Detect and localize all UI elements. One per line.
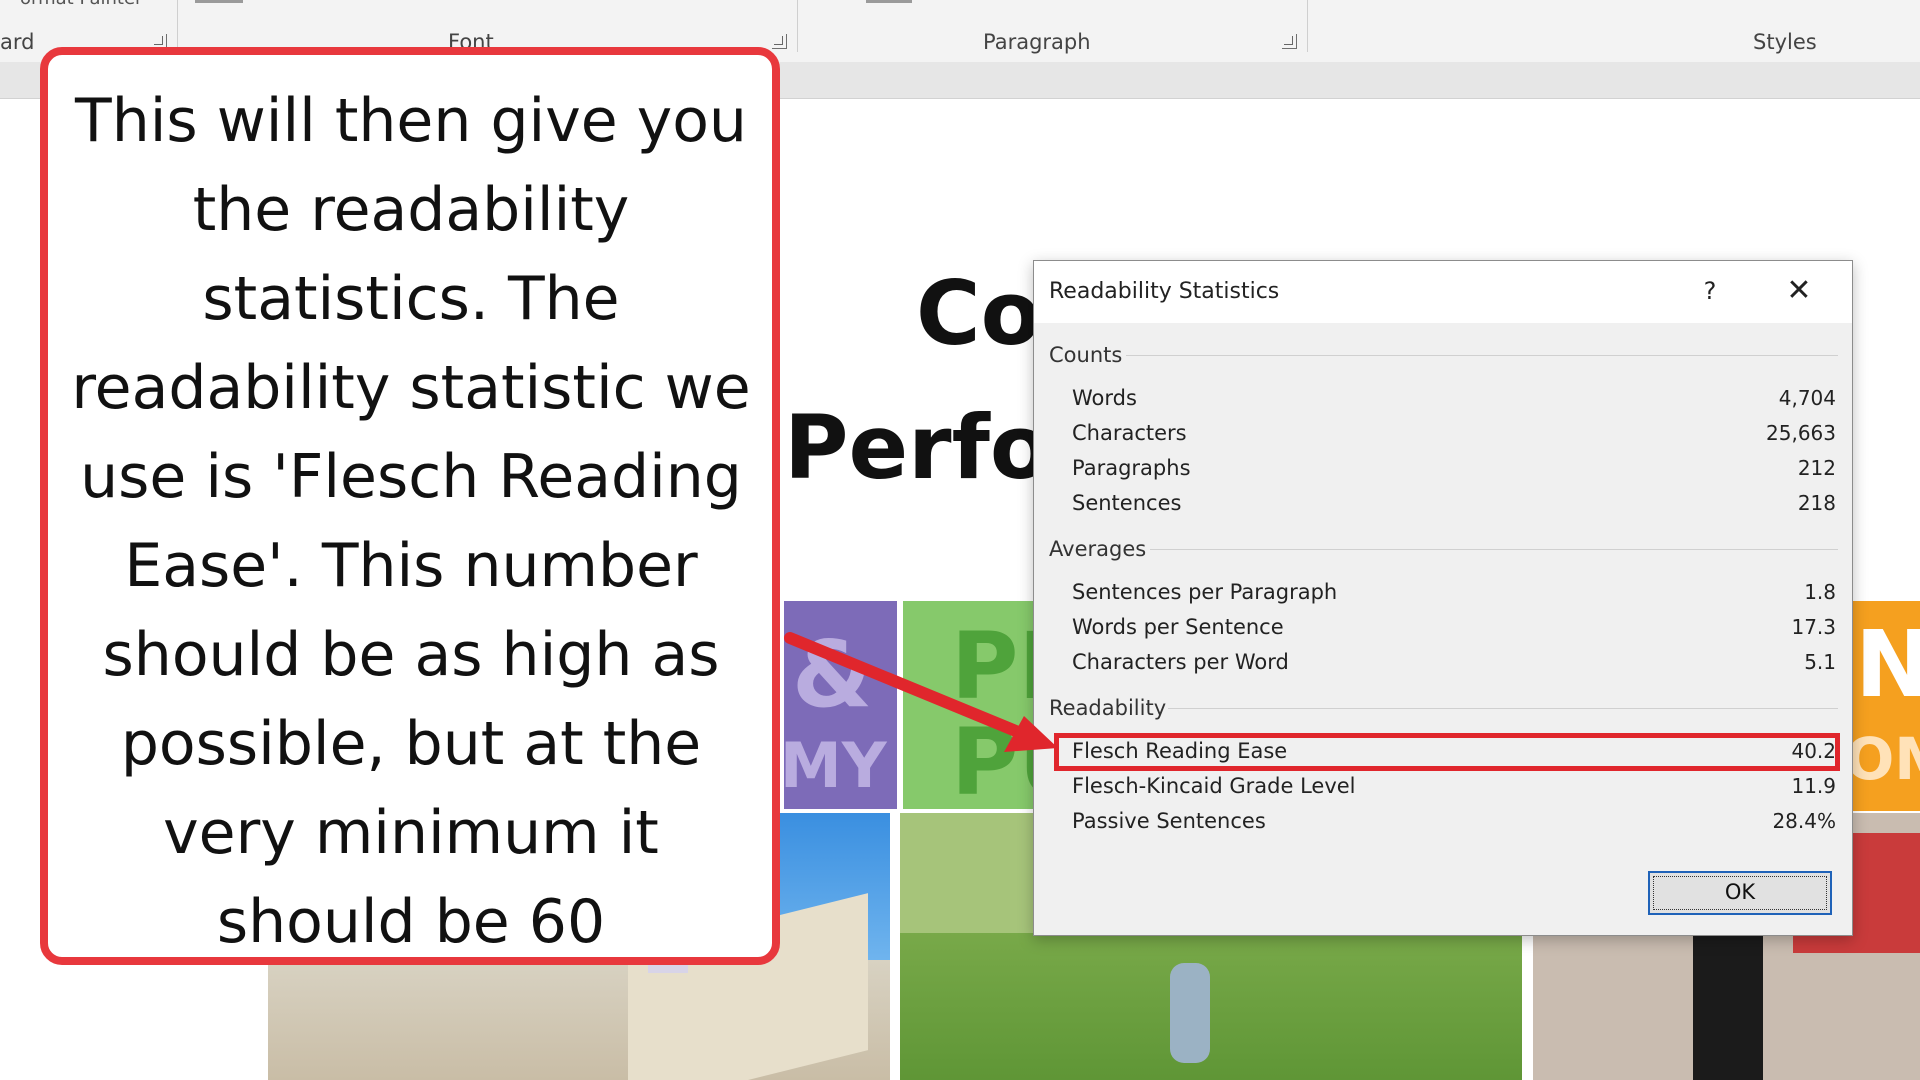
stat-label: Passive Sentences (1072, 809, 1266, 833)
stat-label: Sentences (1072, 491, 1182, 515)
stat-value-flesch-reading-ease: 40.2 (1791, 739, 1836, 763)
readability-statistics-dialog: Readability Statistics ? ✕ Counts Words … (1033, 260, 1853, 936)
stat-label: Characters per Word (1072, 650, 1289, 674)
stat-label: Words per Sentence (1072, 615, 1284, 639)
font-launcher-icon[interactable] (772, 34, 787, 49)
group-label-styles: Styles (1753, 30, 1817, 54)
group-separator (797, 0, 798, 52)
stat-label: Sentences per Paragraph (1072, 580, 1338, 604)
orange-tile-image: N OMI (1851, 601, 1920, 811)
section-label-readability: Readability (1049, 696, 1167, 720)
stat-value: 5.1 (1804, 650, 1836, 674)
dialog-titlebar: Readability Statistics ? ✕ (1034, 261, 1852, 323)
section-label-averages: Averages (1049, 537, 1147, 561)
close-icon[interactable]: ✕ (1782, 273, 1816, 308)
document-title-line1: Co (916, 262, 1042, 365)
stat-label: Flesch-Kincaid Grade Level (1072, 774, 1356, 798)
format-painter-label[interactable]: ormat Painter (20, 0, 142, 9)
stat-value: 1.8 (1804, 580, 1836, 604)
stat-value: 4,704 (1778, 386, 1836, 410)
stat-value: 212 (1797, 456, 1836, 480)
ok-button[interactable]: OK (1648, 871, 1832, 915)
section-divider (1126, 355, 1838, 356)
section-divider (1168, 708, 1838, 709)
stat-label-flesch-reading-ease: Flesch Reading Ease (1072, 739, 1288, 763)
callout-text: This will then give you the readability … (71, 86, 751, 957)
group-separator (177, 0, 178, 52)
stat-label: Words (1072, 386, 1137, 410)
purple-tile-image: & MY (784, 601, 897, 809)
stat-value: 17.3 (1791, 615, 1836, 639)
stat-label: Paragraphs (1072, 456, 1191, 480)
ribbon-control-edge (866, 0, 912, 3)
paragraph-launcher-icon[interactable] (1282, 34, 1297, 49)
dialog-title: Readability Statistics (1049, 279, 1280, 304)
help-icon[interactable]: ? (1696, 277, 1724, 305)
section-divider (1150, 549, 1838, 550)
stat-value: 11.9 (1791, 774, 1836, 798)
group-label-clipboard: ard (0, 30, 35, 54)
stat-value: 218 (1797, 491, 1836, 515)
section-label-counts: Counts (1049, 343, 1123, 367)
group-separator (1307, 0, 1308, 52)
group-label-paragraph: Paragraph (983, 30, 1091, 54)
instruction-callout: This will then give you the readability … (40, 47, 780, 965)
stat-value: 25,663 (1766, 421, 1836, 445)
stat-label: Characters (1072, 421, 1187, 445)
ribbon-control-edge (195, 0, 243, 3)
stat-value: 28.4% (1772, 809, 1836, 833)
green-tile-image: PE PU (903, 601, 1033, 809)
